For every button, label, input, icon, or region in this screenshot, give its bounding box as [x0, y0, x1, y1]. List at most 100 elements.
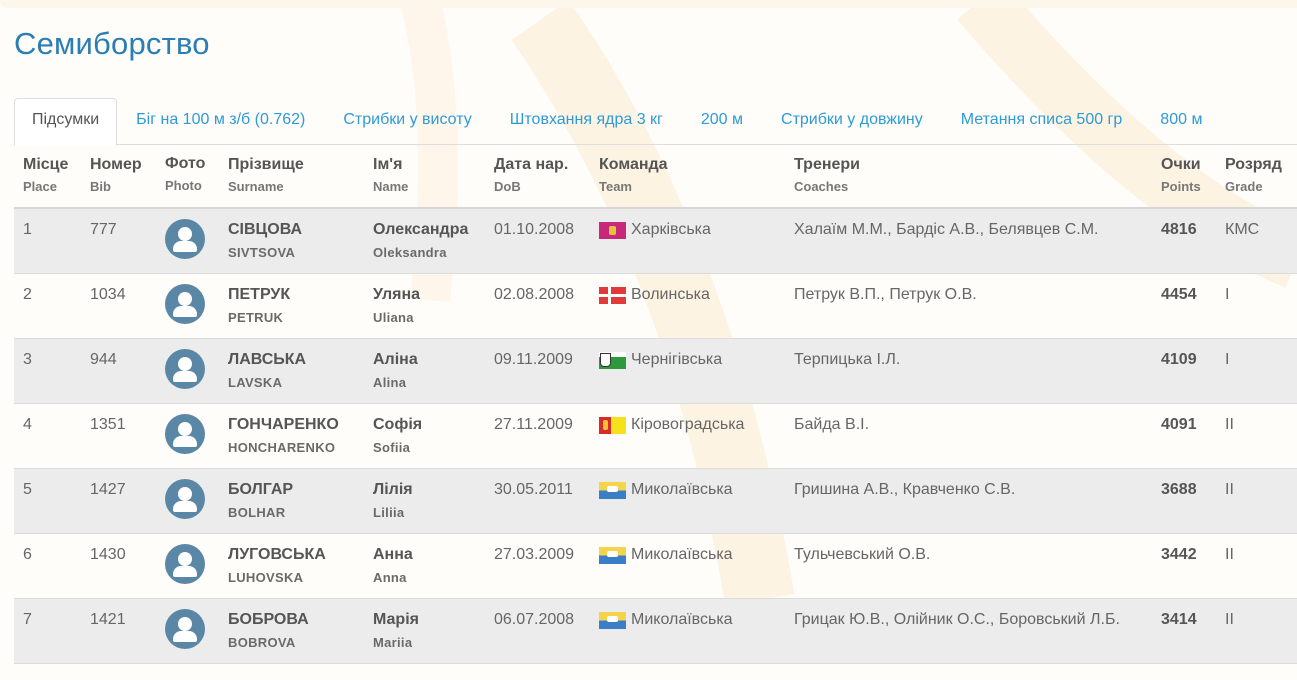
bib-value: 1430: [90, 546, 126, 563]
points-value: 4091: [1161, 416, 1197, 433]
avatar[interactable]: [165, 219, 205, 259]
name-latin: Liliia: [373, 505, 405, 520]
team-label: Кіровоградська: [631, 416, 745, 433]
name-latin: Uliana: [373, 310, 414, 325]
surname-value[interactable]: ЛАВСЬКА: [228, 351, 306, 369]
table-row[interactable]: 2 1034 ПЕТРУК PETRUK Уляна Uliana 02.08.20…: [14, 274, 1297, 339]
avatar[interactable]: [165, 479, 205, 519]
surname-value[interactable]: ПЕТРУК: [228, 286, 290, 304]
tab-long-jump[interactable]: Стрибки у довжину: [762, 98, 942, 145]
surname-value[interactable]: БОБРОВА: [228, 611, 309, 629]
surname-value[interactable]: СІВЦОВА: [228, 221, 302, 239]
points-value: 4816: [1161, 221, 1197, 238]
avatar[interactable]: [165, 544, 205, 584]
bib-value: 777: [90, 221, 117, 238]
header-team-en: Team: [599, 179, 632, 194]
dob-value: 27.03.2009: [494, 546, 575, 563]
header-points[interactable]: Очки Points: [1161, 156, 1201, 194]
header-coaches[interactable]: Тренери Coaches: [794, 156, 860, 194]
name-value: Уляна: [373, 286, 421, 303]
surname-latin: LUHOVSKA: [228, 570, 304, 585]
name-latin: Sofiia: [373, 440, 411, 455]
kharkiv-flag-icon: [599, 221, 626, 239]
team-value[interactable]: Миколаївська: [599, 611, 733, 629]
tab-100m-hurdles[interactable]: Біг на 100 м з/б (0.762): [117, 98, 324, 145]
header-coaches-en: Coaches: [794, 179, 849, 194]
dob-value: 30.05.2011: [494, 481, 573, 498]
surname-value[interactable]: ГОНЧАРЕНКО: [228, 416, 339, 434]
surname-latin: HONCHARENKO: [228, 440, 336, 455]
dob-value: 27.11.2009: [494, 416, 573, 433]
points-value: 4109: [1161, 351, 1197, 368]
coaches-value: Халаїм М.М., Бардіс А.В., Белявцев С.М.: [794, 221, 1099, 238]
header-grade-en: Grade: [1225, 179, 1263, 194]
bib-value: 944: [90, 351, 117, 368]
header-surname-uk: Прізвище: [228, 156, 304, 173]
surname-latin: BOLHAR: [228, 505, 286, 520]
tab-summary[interactable]: Підсумки: [14, 98, 118, 146]
surname-value[interactable]: БОЛГАР: [228, 481, 293, 499]
header-name[interactable]: Ім'я Name: [373, 156, 408, 194]
header-name-en: Name: [373, 179, 409, 194]
surname-latin: LAVSKA: [228, 375, 283, 390]
tab-high-jump[interactable]: Стрибки у висоту: [324, 98, 490, 145]
header-photo: Фото Photo: [165, 155, 205, 193]
dob-value: 09.11.2009: [494, 351, 573, 368]
name-value: Лілія: [373, 481, 413, 498]
coaches-value: Байда В.І.: [794, 416, 870, 433]
table-row[interactable]: 6 1430 ЛУГОВСЬКА LUHOVSKA Анна Anna 27.03.…: [14, 534, 1297, 599]
tab-shot-put[interactable]: Штовхання ядра 3 кг: [491, 98, 682, 145]
header-grade[interactable]: Розряд Grade: [1225, 156, 1282, 194]
surname-latin: PETRUK: [228, 310, 284, 325]
surname-value[interactable]: ЛУГОВСЬКА: [228, 546, 326, 564]
team-label: Миколаївська: [631, 481, 733, 498]
top-strip: [0, 0, 1297, 8]
header-dob[interactable]: Дата нар. DoB: [494, 156, 568, 194]
grade-value: II: [1225, 611, 1234, 628]
tab-javelin[interactable]: Метання списа 500 гр: [942, 98, 1142, 145]
avatar[interactable]: [165, 349, 205, 389]
header-photo-en: Photo: [165, 178, 202, 193]
team-value[interactable]: Харківська: [599, 221, 711, 239]
tab-200m[interactable]: 200 м: [682, 98, 762, 145]
place-value: 2: [23, 286, 32, 303]
table-row[interactable]: 3 944 ЛАВСЬКА LAVSKA Аліна Alina 09.11.200…: [14, 339, 1297, 404]
team-value[interactable]: Миколаївська: [599, 481, 733, 499]
header-surname[interactable]: Прізвище Surname: [228, 156, 304, 194]
table-row[interactable]: 4 1351 ГОНЧАРЕНКО HONCHARENKO Софія Sofiia…: [14, 404, 1297, 469]
header-place[interactable]: Місце Place: [23, 156, 68, 194]
avatar[interactable]: [165, 284, 205, 324]
name-value: Олександра: [373, 221, 469, 238]
surname-latin: BOBROVA: [228, 635, 296, 650]
place-value: 7: [23, 611, 32, 628]
header-dob-uk: Дата нар.: [494, 156, 569, 173]
dob-value: 01.10.2008: [494, 221, 575, 238]
header-bib-uk: Номер: [90, 156, 142, 173]
points-value: 4454: [1161, 286, 1197, 303]
place-value: 3: [23, 351, 32, 368]
header-team[interactable]: Команда Team: [599, 156, 668, 194]
bib-value: 1034: [90, 286, 126, 303]
name-value: Марія: [373, 611, 419, 628]
table-row[interactable]: 1 777 СІВЦОВА SIVTSOVA Олександра Oleksand…: [14, 209, 1297, 274]
team-label: Чернігівська: [631, 351, 723, 368]
name-value: Анна: [373, 546, 413, 563]
team-value[interactable]: Волинська: [599, 286, 710, 304]
team-value[interactable]: Кіровоградська: [599, 416, 744, 434]
header-bib[interactable]: Номер Bib: [90, 156, 142, 194]
team-value[interactable]: Чернігівська: [599, 351, 722, 369]
avatar[interactable]: [165, 414, 205, 454]
name-latin: Alina: [373, 375, 407, 390]
table-row[interactable]: 5 1427 БОЛГАР BOLHAR Лілія Liliia 30.05.20…: [14, 469, 1297, 534]
table-row[interactable]: 7 1421 БОБРОВА BOBROVA Марія Mariia 06.07.…: [14, 599, 1297, 664]
header-place-uk: Місце: [23, 156, 69, 173]
team-value[interactable]: Миколаївська: [599, 546, 733, 564]
mykolaiv-flag-icon: [599, 546, 626, 564]
avatar[interactable]: [165, 609, 205, 649]
bib-value: 1421: [90, 611, 126, 628]
chernihiv-flag-icon: [599, 351, 626, 369]
mykolaiv-flag-icon: [599, 611, 626, 629]
tab-800m[interactable]: 800 м: [1141, 98, 1221, 145]
points-value: 3442: [1161, 546, 1197, 563]
coaches-value: Гришина А.В., Кравченко С.В.: [794, 481, 1016, 498]
